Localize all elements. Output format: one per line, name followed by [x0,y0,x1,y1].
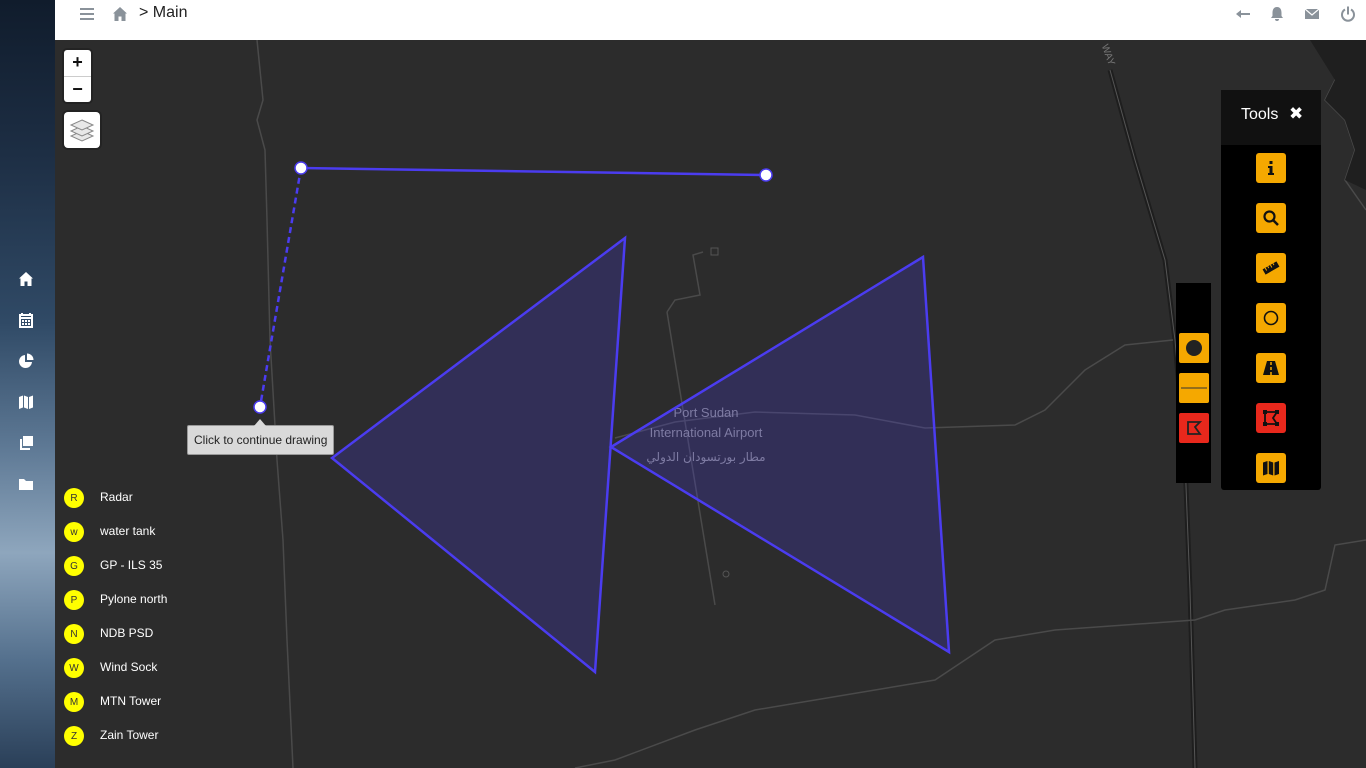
copy-icon[interactable] [17,434,35,452]
drawn-polyline[interactable] [300,166,767,177]
power-icon[interactable] [1339,5,1357,23]
folder-icon[interactable] [17,475,35,493]
polygon-icon [1187,421,1202,435]
legend-badge: G [64,556,84,576]
envelope-icon[interactable] [1303,5,1321,23]
pie-chart-icon[interactable] [17,352,35,370]
legend-badge: w [64,522,84,542]
legend-badge: R [64,488,84,508]
vertex-handle[interactable] [294,161,308,175]
drawn-triangle-left[interactable] [329,235,627,675]
legend-label: Radar [100,490,133,504]
circle-marker-icon [1186,340,1202,356]
layers-button[interactable] [64,112,100,148]
road-label: WAY [1099,43,1117,67]
drawn-triangle-right[interactable] [608,254,951,655]
legend-badge: Z [64,726,84,746]
draw-polyline-button[interactable] [1179,373,1209,403]
draw-polygon-tool-button[interactable] [1256,403,1286,433]
left-sidebar [0,0,55,768]
ruler-tool-button[interactable] [1256,253,1286,283]
legend-badge: N [64,624,84,644]
layers-icon [69,119,95,142]
circle-icon [1263,310,1279,326]
legend-label: Wind Sock [100,660,158,674]
draw-toolbar [1176,283,1211,483]
map-icon [1263,461,1279,476]
draw-circle-marker-button[interactable] [1179,333,1209,363]
road-icon [1263,361,1279,375]
zoom-control: + − [64,50,91,102]
circle-tool-button[interactable] [1256,303,1286,333]
tools-header: Tools ✖ [1221,90,1321,145]
vertex-handle[interactable] [759,168,773,182]
map-icon[interactable] [17,393,35,411]
legend-label: NDB PSD [100,626,154,640]
road-tool-button[interactable] [1256,353,1286,383]
draw-polygon-icon [1263,410,1279,426]
tools-title: Tools [1241,106,1279,123]
menu-icon[interactable] [78,5,96,23]
map-canvas[interactable]: WAY Port Sudan International Airport مطا… [55,40,1366,768]
close-icon[interactable]: ✖ [1289,104,1303,124]
legend-badge: M [64,692,84,712]
zoom-in-button[interactable]: + [64,50,91,77]
home-icon[interactable] [17,270,35,288]
vertex-handle[interactable] [253,400,267,414]
legend-label: Pylone north [100,592,168,606]
draw-polygon-button[interactable] [1179,413,1209,443]
legend-label: GP - ILS 35 [100,558,163,572]
top-bar: > Main [55,0,1366,40]
legend-label: Zain Tower [100,728,159,742]
legend-label: water tank [100,524,156,538]
zoom-out-button[interactable]: − [64,77,91,103]
legend-badge: W [64,658,84,678]
map-tool-button[interactable] [1256,453,1286,483]
calendar-icon[interactable] [17,311,35,329]
legend-badge: P [64,590,84,610]
info-tool-button[interactable] [1256,153,1286,183]
back-arrow-icon[interactable] [1234,5,1252,23]
tools-panel: Tools ✖ [1221,90,1321,490]
legend-label: MTN Tower [100,694,162,708]
polyline-icon [1181,387,1207,389]
bell-icon[interactable] [1268,5,1286,23]
search-tool-button[interactable] [1256,203,1286,233]
home-icon[interactable] [111,5,129,23]
search-icon [1263,210,1279,226]
drawing-tooltip: Click to continue drawing [187,419,335,455]
map-view[interactable]: WAY Port Sudan International Airport مطا… [55,40,1366,768]
info-icon [1268,161,1274,175]
ruler-icon [1262,261,1280,275]
breadcrumb: > Main [139,4,188,21]
